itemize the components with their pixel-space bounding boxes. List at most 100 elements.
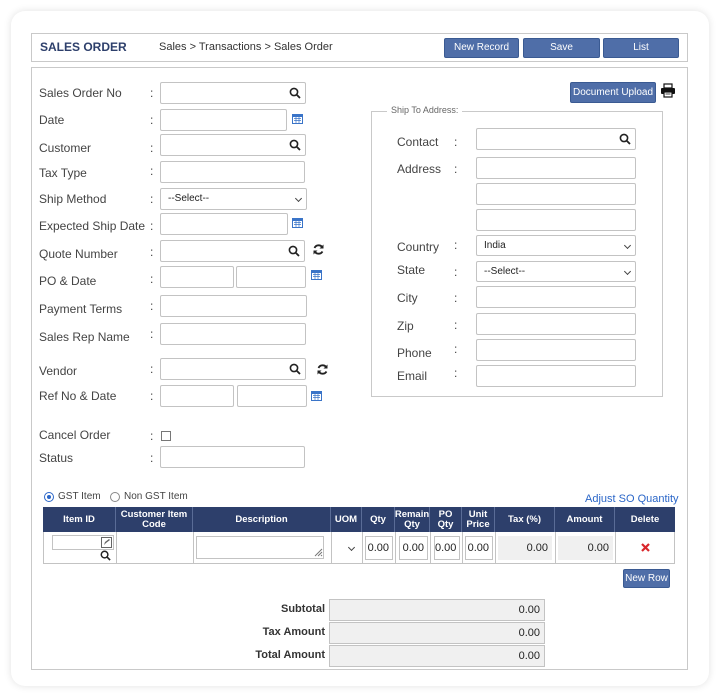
adjust-so-quantity-link[interactable]: Adjust SO Quantity (585, 493, 679, 505)
search-icon[interactable] (100, 550, 111, 561)
colon: : (150, 192, 154, 206)
payment-terms-input[interactable] (160, 295, 307, 317)
ship-method-select[interactable]: --Select-- (160, 188, 307, 210)
search-icon[interactable] (288, 245, 300, 257)
tax-amount-value: 0.00 (329, 622, 545, 644)
new-row-button[interactable]: New Row (623, 569, 670, 588)
colon: : (454, 366, 458, 380)
column-header: Remain Qty (395, 507, 430, 532)
items-table-header: Item ID Customer Item Code Description U… (43, 507, 675, 532)
page-title: SALES ORDER (40, 40, 127, 54)
column-divider (331, 532, 332, 563)
column-header: Tax (%) (495, 507, 555, 532)
ship-to-legend: Ship To Address: (387, 105, 463, 115)
cancel-order-checkbox[interactable] (161, 431, 171, 441)
zip-label: Zip (397, 319, 414, 333)
date-input[interactable] (160, 109, 287, 131)
country-select[interactable]: India (476, 235, 636, 256)
po-date-input[interactable] (236, 266, 306, 288)
cancel-order-label: Cancel Order (39, 428, 111, 442)
subtotal-value: 0.00 (329, 599, 545, 621)
state-select[interactable]: --Select-- (476, 261, 636, 282)
expected-ship-date-input[interactable] (160, 213, 288, 235)
chevron-down-icon (294, 194, 303, 203)
qty-input[interactable]: 0.00 (365, 536, 393, 560)
search-icon[interactable] (619, 133, 631, 145)
po-date-label: PO & Date (39, 274, 97, 288)
colon: : (150, 451, 154, 465)
phone-label: Phone (397, 346, 432, 360)
calendar-icon[interactable] (292, 217, 303, 228)
column-header: Description (193, 507, 331, 532)
column-divider (615, 532, 616, 563)
column-header: Delete (630, 513, 660, 525)
non-gst-item-radio[interactable] (110, 492, 120, 502)
tax-percent-value: 0.00 (498, 536, 552, 560)
po-qty-input[interactable]: 0.00 (434, 536, 460, 560)
colon: : (454, 265, 458, 279)
sales-rep-name-input[interactable] (160, 323, 306, 345)
column-divider (495, 532, 496, 563)
ref-no-input[interactable] (160, 385, 234, 407)
customer-label: Customer (39, 141, 92, 155)
state-value: --Select-- (484, 266, 526, 277)
colon: : (454, 342, 458, 356)
city-label: City (397, 291, 418, 305)
vendor-input[interactable] (160, 358, 306, 380)
search-icon[interactable] (289, 87, 301, 99)
list-button[interactable]: List (603, 38, 679, 58)
uom-select[interactable] (334, 535, 360, 561)
colon: : (454, 318, 458, 332)
colon: : (150, 86, 154, 100)
po-number-input[interactable] (160, 266, 234, 288)
search-icon[interactable] (289, 363, 301, 375)
colon: : (150, 327, 154, 341)
document-upload-button[interactable]: Document Upload (570, 82, 656, 103)
ship-method-value: --Select-- (168, 193, 210, 204)
edit-icon[interactable] (101, 537, 112, 548)
tax-type-input[interactable] (160, 161, 305, 183)
city-input[interactable] (476, 286, 636, 308)
quote-number-input[interactable] (160, 240, 305, 262)
tax-type-label: Tax Type (39, 166, 87, 180)
new-record-button[interactable]: New Record (444, 38, 519, 58)
status-input[interactable] (160, 446, 305, 468)
remain-qty-input[interactable]: 0.00 (399, 536, 428, 560)
refresh-icon[interactable] (316, 363, 329, 376)
colon: : (150, 219, 154, 233)
resize-handle-icon[interactable] (314, 548, 323, 557)
address-label: Address (397, 162, 442, 176)
gst-item-radio[interactable] (44, 492, 54, 502)
column-divider (116, 532, 117, 563)
calendar-icon[interactable] (311, 390, 322, 401)
delete-icon[interactable] (641, 543, 650, 552)
header-bar: SALES ORDER Sales > Transactions > Sales… (31, 33, 688, 62)
search-icon[interactable] (289, 139, 301, 151)
unit-price-input[interactable]: 0.00 (465, 536, 493, 560)
state-label: State (397, 263, 426, 277)
status-label: Status (39, 451, 74, 465)
refresh-icon[interactable] (312, 243, 325, 256)
ref-date-input[interactable] (237, 385, 307, 407)
calendar-icon[interactable] (292, 113, 303, 124)
phone-input[interactable] (476, 339, 636, 361)
contact-input[interactable] (476, 128, 636, 150)
total-amount-label: Total Amount (255, 649, 325, 661)
calendar-icon[interactable] (311, 269, 322, 280)
zip-input[interactable] (476, 313, 636, 335)
column-header: Item ID (43, 507, 116, 532)
description-textarea[interactable] (196, 536, 324, 559)
sales-order-no-input[interactable] (160, 82, 306, 104)
customer-item-code-input[interactable] (118, 535, 191, 559)
customer-input[interactable] (160, 134, 306, 156)
email-input[interactable] (476, 365, 636, 387)
printer-icon[interactable] (660, 83, 676, 98)
colon: : (150, 362, 154, 376)
save-button[interactable]: Save (523, 38, 600, 58)
address-line-3-input[interactable] (476, 209, 636, 231)
date-label: Date (39, 113, 65, 127)
address-line-1-input[interactable] (476, 157, 636, 179)
column-divider (462, 532, 463, 563)
total-amount-value: 0.00 (329, 645, 545, 667)
address-line-2-input[interactable] (476, 183, 636, 205)
